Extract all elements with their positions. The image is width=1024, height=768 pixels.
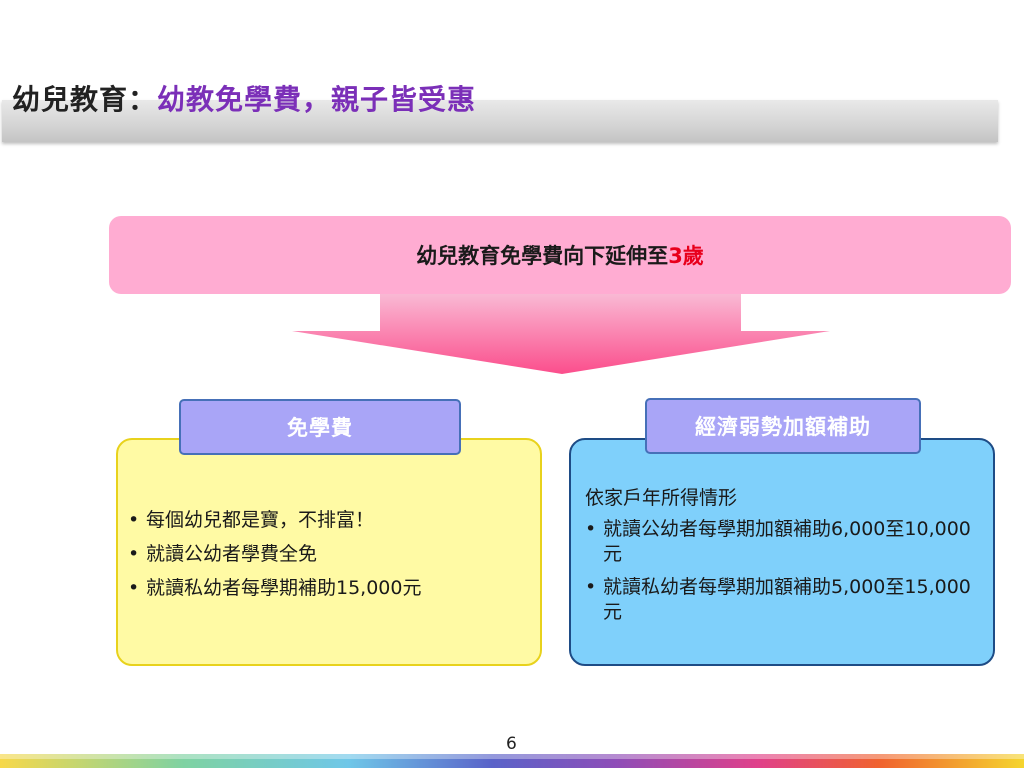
list-item: • 每個幼兒都是寶，不排富！ <box>128 508 528 533</box>
list-item-text: 就讀公幼者每學期加額補助6,000至10,000元 <box>603 518 971 565</box>
subsidy-intro: 依家戶年所得情形 <box>585 487 738 509</box>
list-item-text: 就讀私幼者每學期補助15,000元 <box>146 577 422 599</box>
list-item: • 就讀私幼者每學期補助15,000元 <box>128 576 528 601</box>
free-tuition-list: • 每個幼兒都是寶，不排富！ • 就讀公幼者學費全免 • 就讀私幼者每學期補助15,0… <box>128 508 528 610</box>
free-tuition-tab: 免學費 <box>179 399 461 455</box>
list-item: • 就讀公幼者學費全免 <box>128 542 528 567</box>
bullet-icon: • <box>128 543 140 565</box>
list-item: • 就讀公幼者每學期加額補助6,000至10,000元 <box>585 517 985 567</box>
page-number: 6 <box>506 734 517 754</box>
list-item-text: 每個幼兒都是寶，不排富！ <box>146 509 375 531</box>
list-item-text: 就讀公幼者學費全免 <box>146 543 318 565</box>
list-item-text: 就讀私幼者每學期加額補助5,000至15,000元 <box>603 576 971 623</box>
bullet-icon: • <box>128 509 140 531</box>
bullet-icon: • <box>585 576 597 598</box>
subsidy-tab: 經濟弱勢加額補助 <box>645 398 921 454</box>
bullet-icon: • <box>128 577 140 599</box>
bullet-icon: • <box>585 518 597 540</box>
subsidy-list: • 就讀公幼者每學期加額補助6,000至10,000元 • 就讀私幼者每學期加額補助… <box>585 517 985 633</box>
list-item: • 就讀私幼者每學期加額補助5,000至15,000元 <box>585 575 985 625</box>
footer-strip <box>0 754 1024 768</box>
